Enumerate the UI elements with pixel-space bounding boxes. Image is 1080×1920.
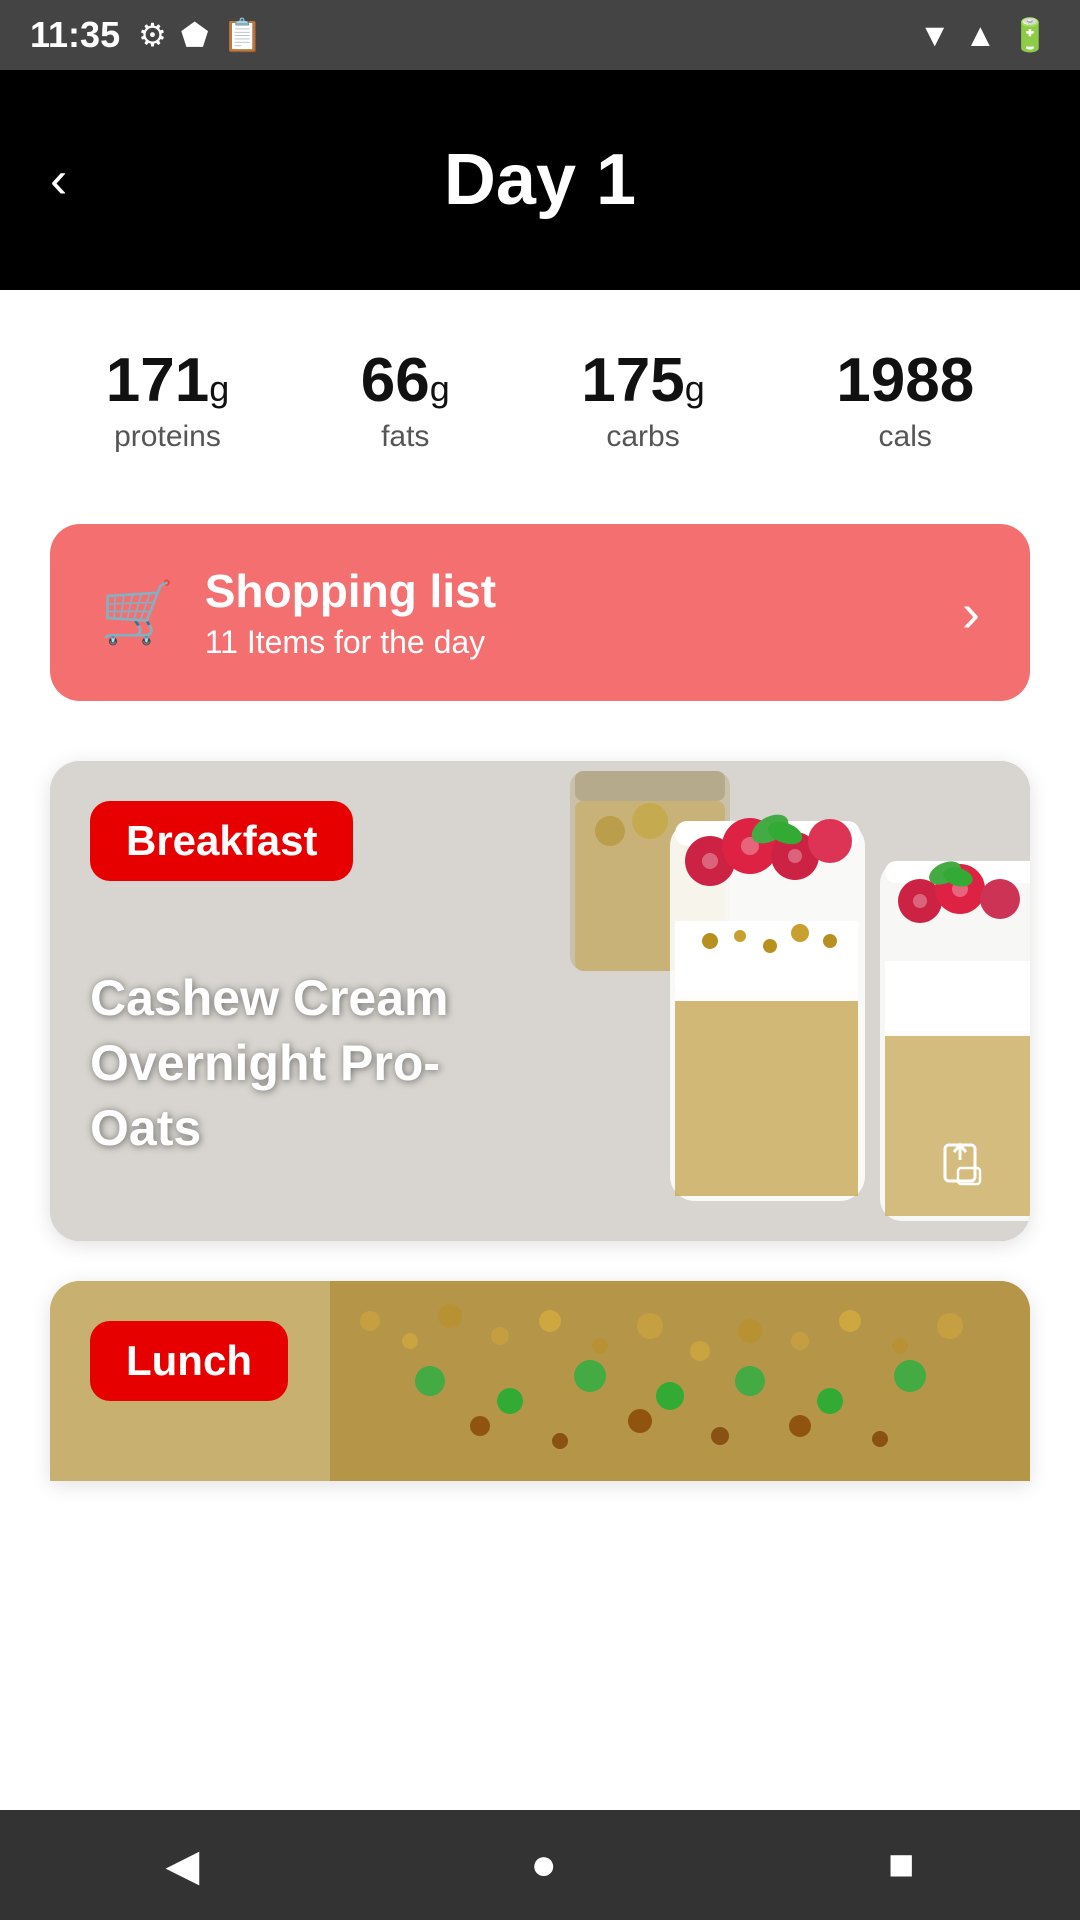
nav-home-button[interactable]: ●: [530, 1840, 557, 1890]
status-icons: ⚙ ⬟ 📋: [138, 16, 262, 54]
meals-container: Breakfast Cashew Cream Overnight Pro-Oat…: [0, 741, 1080, 1481]
nav-recents-button[interactable]: ■: [888, 1840, 915, 1890]
shopping-list-arrow: ›: [962, 582, 980, 644]
carbs-label: carbs: [606, 420, 679, 454]
shopping-text: Shopping list 11 Items for the day: [205, 564, 962, 661]
nutrition-cals: 1988 cals: [836, 350, 974, 454]
breakfast-card[interactable]: Breakfast Cashew Cream Overnight Pro-Oat…: [50, 761, 1030, 1241]
proteins-value: 171g: [106, 350, 229, 412]
shopping-list-banner[interactable]: 🛒 Shopping list 11 Items for the day ›: [50, 524, 1030, 701]
status-time: 11:35: [30, 14, 120, 56]
lunch-badge: Lunch: [90, 1321, 288, 1401]
breakfast-badge: Breakfast: [90, 801, 353, 881]
shopping-list-subtitle: 11 Items for the day: [205, 624, 962, 661]
nutrition-stats: 171g proteins 66g fats 175g carbs 1988 c…: [0, 290, 1080, 504]
header: ‹ Day 1: [0, 70, 1080, 290]
signal-icon: ▲: [964, 17, 996, 54]
nutrition-fats: 66g fats: [361, 350, 450, 454]
page-title: Day 1: [444, 139, 636, 221]
clipboard-icon: 📋: [223, 16, 263, 54]
shield-icon: ⬟: [181, 16, 209, 54]
fats-label: fats: [381, 420, 429, 454]
breakfast-recipe-title: Cashew Cream Overnight Pro-Oats: [90, 966, 510, 1161]
battery-icon: 🔋: [1010, 16, 1050, 54]
nutrition-proteins: 171g proteins: [106, 350, 229, 454]
status-bar-right: ▼ ▲ 🔋: [919, 16, 1050, 54]
fats-value: 66g: [361, 350, 450, 412]
wifi-icon: ▼: [919, 17, 951, 54]
back-button[interactable]: ‹: [50, 150, 67, 210]
nav-back-button[interactable]: ◀: [166, 1840, 200, 1891]
cals-label: cals: [879, 420, 932, 454]
nutrition-carbs: 175g carbs: [581, 350, 704, 454]
nav-bar: ◀ ● ■: [0, 1810, 1080, 1920]
status-bar-left: 11:35 ⚙ ⬟ 📋: [30, 14, 262, 56]
lunch-card[interactable]: Lunch: [50, 1281, 1030, 1481]
share-icon[interactable]: [940, 1140, 990, 1201]
gear-icon: ⚙: [138, 16, 167, 54]
cals-value: 1988: [836, 350, 974, 412]
status-bar: 11:35 ⚙ ⬟ 📋 ▼ ▲ 🔋: [0, 0, 1080, 70]
proteins-label: proteins: [114, 420, 221, 454]
shopping-list-title: Shopping list: [205, 564, 962, 618]
cart-icon: 🛒: [100, 577, 175, 648]
carbs-value: 175g: [581, 350, 704, 412]
